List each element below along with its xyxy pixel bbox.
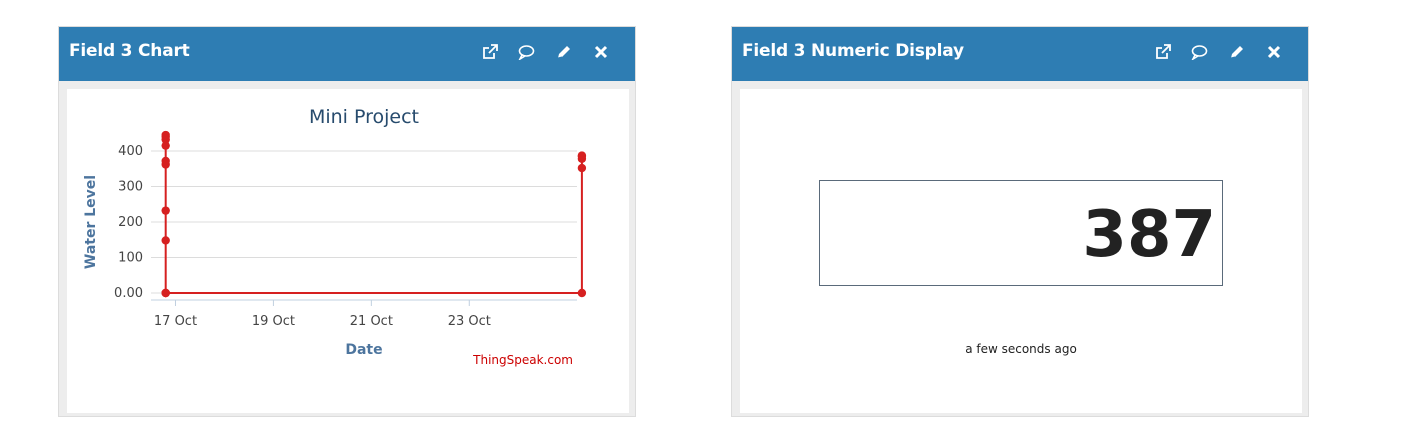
data-point bbox=[161, 130, 170, 140]
water-level-chart: Mini Project 0.00 100 200 300 400 17 Oct 19 Oct… bbox=[83, 106, 587, 367]
data-point bbox=[161, 236, 170, 245]
close-icon[interactable] bbox=[1263, 41, 1284, 62]
x-axis-title: Date bbox=[345, 342, 382, 358]
data-point bbox=[577, 163, 587, 173]
y-tick-label: 200 bbox=[118, 215, 143, 230]
data-point bbox=[577, 288, 587, 298]
numeric-value-box: 387 bbox=[819, 180, 1223, 286]
thingspeak-credit: ThingSpeak.com bbox=[472, 353, 573, 367]
chart-widget-title: Field 3 Chart bbox=[69, 41, 190, 61]
field3-chart-widget: Field 3 Chart Mini Project 0.00 100 200 300 4… bbox=[58, 26, 636, 417]
numeric-widget-title: Field 3 Numeric Display bbox=[742, 41, 964, 61]
last-updated-text: a few seconds ago bbox=[965, 342, 1077, 356]
data-point bbox=[161, 206, 170, 215]
chart-widget-header: Field 3 Chart bbox=[59, 27, 635, 81]
series-line bbox=[164, 135, 583, 294]
pencil-icon[interactable] bbox=[1226, 41, 1247, 62]
pencil-icon[interactable] bbox=[553, 41, 574, 62]
x-tick-label: 17 Oct bbox=[154, 314, 197, 329]
comment-icon[interactable] bbox=[516, 41, 537, 62]
chart-body: Mini Project 0.00 100 200 300 400 17 Oct 19 Oct… bbox=[67, 89, 629, 413]
comment-icon[interactable] bbox=[1189, 41, 1210, 62]
x-tick-label: 21 Oct bbox=[350, 314, 393, 329]
y-tick-label: 300 bbox=[118, 180, 143, 195]
field3-numeric-widget: Field 3 Numeric Display 387 a few second… bbox=[731, 26, 1309, 417]
numeric-body: 387 a few seconds ago bbox=[740, 89, 1302, 413]
data-point bbox=[161, 288, 170, 298]
external-link-icon[interactable] bbox=[1152, 41, 1173, 62]
y-tick-label: 100 bbox=[118, 251, 143, 266]
numeric-widget-header: Field 3 Numeric Display bbox=[732, 27, 1308, 81]
y-axis-title: Water Level bbox=[83, 175, 99, 269]
y-tick-label: 0.00 bbox=[114, 286, 143, 301]
numeric-value: 387 bbox=[1082, 198, 1216, 272]
x-tick-label: 23 Oct bbox=[448, 314, 491, 329]
data-point bbox=[161, 156, 170, 166]
data-point bbox=[577, 151, 587, 160]
numeric-header-icons bbox=[1152, 41, 1284, 62]
y-tick-label: 400 bbox=[118, 144, 143, 159]
chart-title: Mini Project bbox=[309, 106, 419, 128]
x-tick-label: 19 Oct bbox=[252, 314, 295, 329]
external-link-icon[interactable] bbox=[479, 41, 500, 62]
chart-header-icons bbox=[479, 41, 611, 62]
close-icon[interactable] bbox=[590, 41, 611, 62]
